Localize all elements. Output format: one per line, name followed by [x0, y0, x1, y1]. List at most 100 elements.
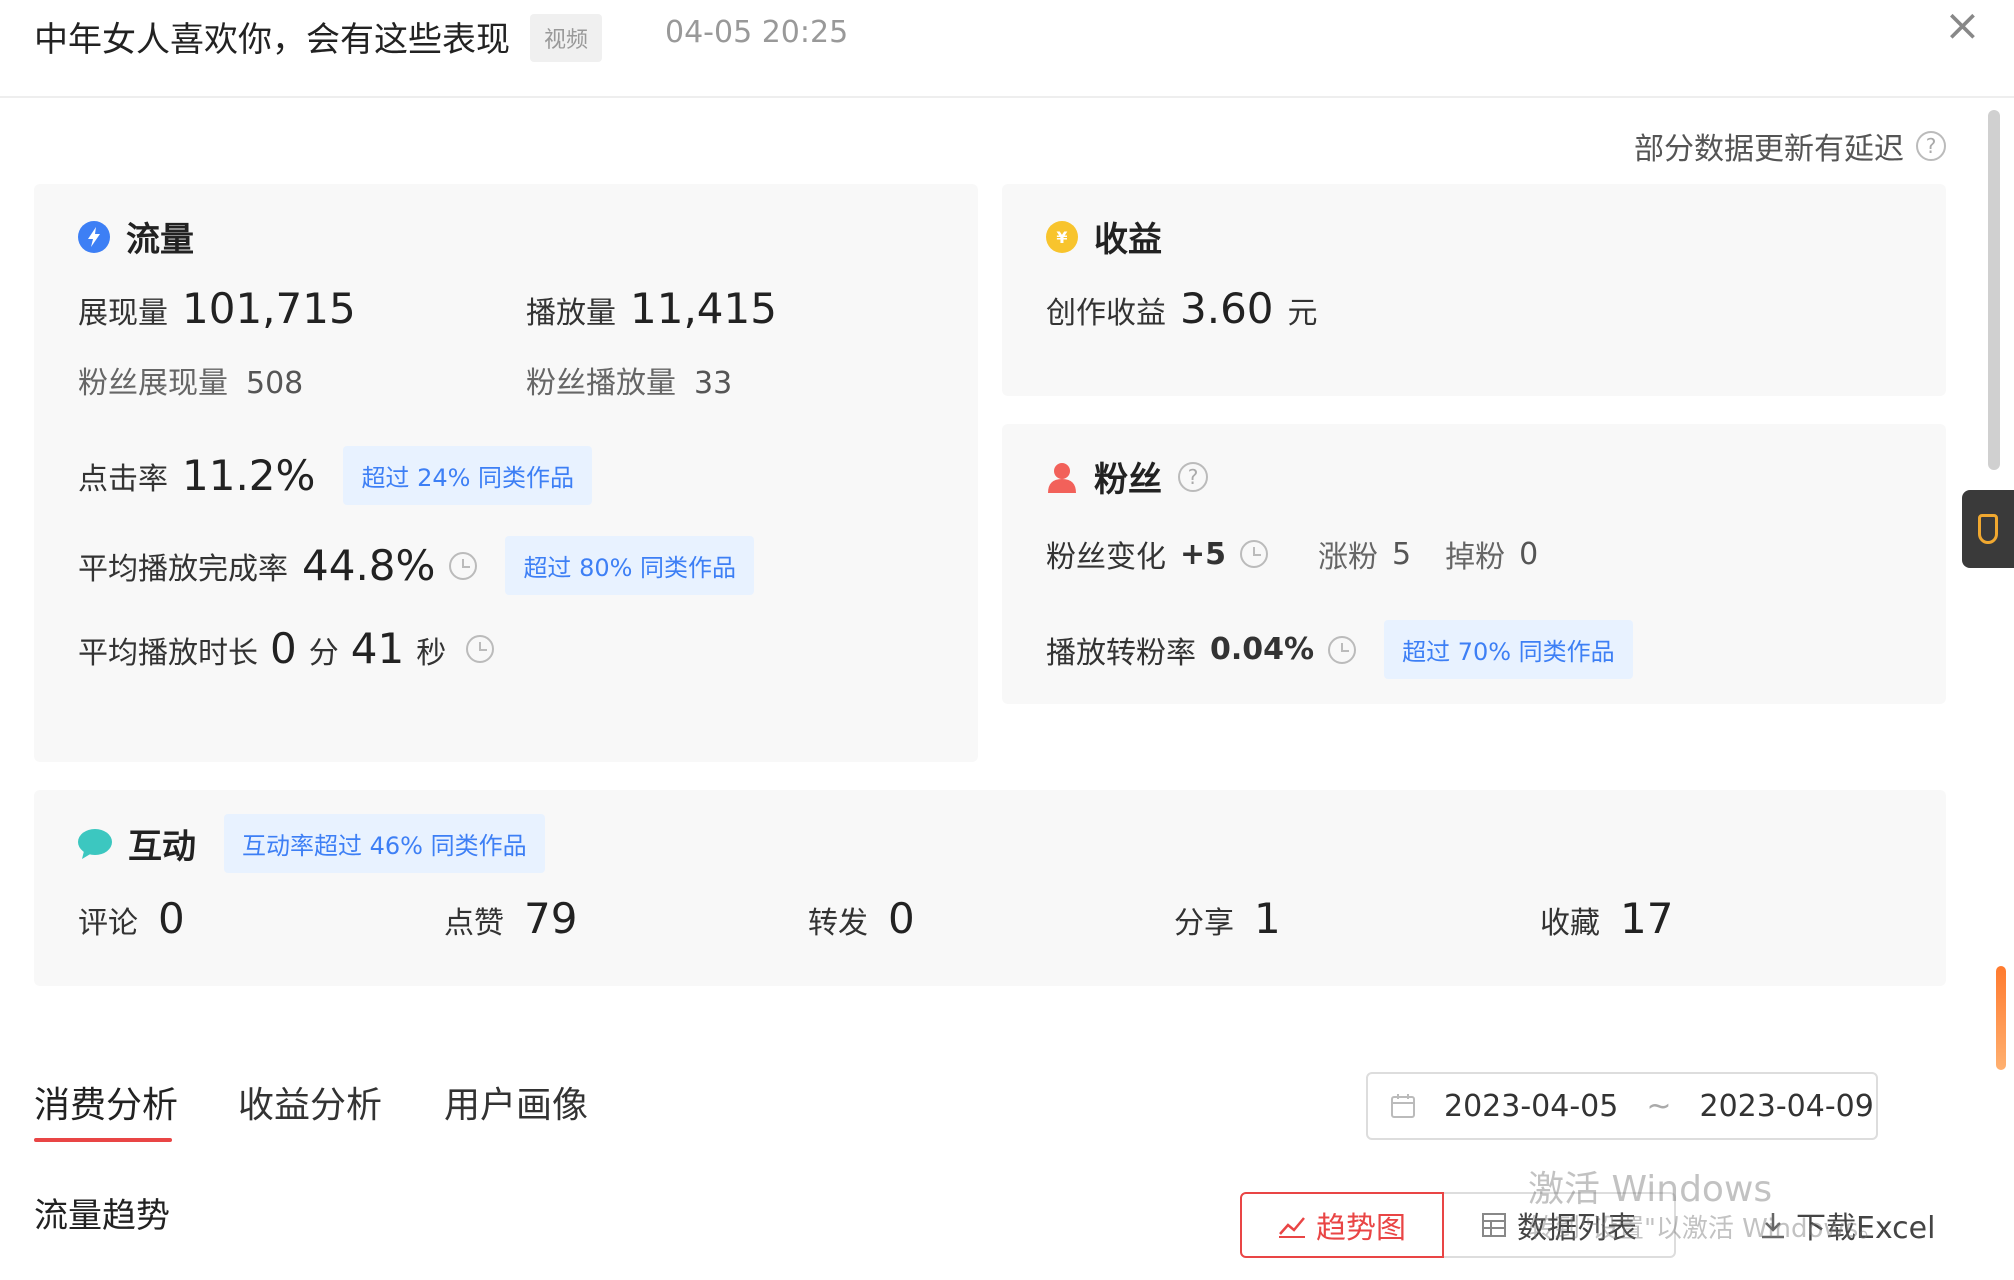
scrollbar-thumb[interactable] [1988, 110, 2000, 470]
lightning-icon [78, 220, 110, 253]
conversion-label: 播放转粉率 [1046, 635, 1196, 671]
tab-earnings-analysis[interactable]: 收益分析 [238, 1076, 382, 1128]
stat-label: 点赞 [444, 906, 504, 941]
creation-earnings-unit: 元 [1287, 296, 1318, 331]
question-icon[interactable]: ? [1178, 461, 1208, 492]
reposts-stat: 转发 0 [808, 894, 915, 943]
date-end[interactable]: 2023-04-09 [1700, 1089, 1874, 1124]
traffic-title: 流量 [126, 220, 194, 260]
clock-icon[interactable] [449, 551, 478, 580]
clock-icon[interactable] [1328, 635, 1357, 664]
plays-value: 11,415 [630, 284, 777, 333]
ctr-badge: 超过 24% 同类作品 [343, 446, 593, 505]
fan-plays-label: 粉丝播放量 [526, 366, 676, 401]
interaction-card: 互动 互动率超过 46% 同类作品 评论 0 点赞 79 转发 0 分享 1 收… [34, 790, 1946, 986]
fan-plays-value: 33 [694, 366, 733, 401]
tab-user-profile[interactable]: 用户画像 [444, 1076, 588, 1128]
svg-text:¥: ¥ [1056, 228, 1067, 247]
stat-label: 转发 [808, 906, 868, 941]
favorites-stat: 收藏 17 [1540, 894, 1673, 943]
plays-label: 播放量 [526, 296, 616, 331]
creation-earnings-value: 3.60 [1180, 284, 1274, 333]
shares-stat: 分享 1 [1174, 894, 1281, 943]
ctr-label: 点击率 [78, 461, 168, 497]
interaction-header: 互动 互动率超过 46% 同类作品 [78, 814, 545, 873]
person-icon [1048, 462, 1076, 493]
stat-value: 17 [1620, 894, 1674, 943]
close-icon[interactable]: × [1944, 4, 1981, 48]
earnings-title: 收益 [1094, 220, 1162, 260]
orange-scroll-indicator [1996, 966, 2006, 1070]
header-divider [0, 96, 2014, 98]
tab-consumption-analysis[interactable]: 消费分析 [34, 1076, 178, 1128]
fan-loss-value: 0 [1519, 536, 1539, 572]
fan-impressions-value: 508 [246, 366, 304, 401]
active-tab-underline [34, 1138, 172, 1142]
duration-seconds: 41 [350, 624, 405, 673]
date-range-picker[interactable]: 2023-04-05 ~ 2023-04-09 [1366, 1072, 1878, 1140]
content-type-tag: 视频 [530, 14, 603, 62]
data-delay-notice: 部分数据更新有延迟 ? [1634, 124, 1946, 168]
notice-text: 部分数据更新有延迟 [1634, 132, 1904, 167]
fan-loss-label: 掉粉 [1445, 540, 1506, 575]
stat-label: 收藏 [1540, 906, 1600, 941]
conversion-value: 0.04% [1210, 632, 1315, 667]
question-icon[interactable]: ? [1916, 131, 1946, 161]
fan-gain-label: 涨粉 [1318, 540, 1379, 575]
date-start[interactable]: 2023-04-05 [1444, 1089, 1618, 1124]
ctr-metric: 点击率 11.2% 超过 24% 同类作品 [78, 446, 593, 505]
duration-metric: 平均播放时长 0 分 41 秒 [78, 624, 495, 673]
conversion-metric: 播放转粉率 0.04% 超过 70% 同类作品 [1046, 620, 1633, 679]
conversion-badge: 超过 70% 同类作品 [1384, 620, 1633, 679]
trend-chart-label: 趋势图 [1316, 1211, 1406, 1246]
cup-icon [1978, 514, 1998, 544]
date-separator: ~ [1646, 1088, 1672, 1124]
completion-value: 44.8% [302, 541, 436, 590]
trend-chart-button[interactable]: 趋势图 [1240, 1192, 1444, 1258]
clock-icon[interactable] [466, 635, 495, 663]
chat-bubble-icon [78, 828, 112, 859]
fan-plays-metric: 粉丝播放量 33 [526, 358, 732, 402]
fans-card: 粉丝 ? 粉丝变化 +5 涨粉 5 掉粉 0 播放转粉率 0.04% 超过 70… [1002, 424, 1946, 704]
traffic-header: 流量 [78, 212, 194, 261]
fan-change-label: 粉丝变化 [1046, 540, 1166, 575]
likes-stat: 点赞 79 [444, 894, 577, 943]
page-title: 中年女人喜欢你，会有这些表现 [34, 20, 510, 60]
windows-activation-watermark-title: 激活 Windows [1528, 1169, 1773, 1210]
interaction-badge: 互动率超过 46% 同类作品 [224, 814, 545, 873]
stat-value: 79 [524, 894, 578, 943]
earnings-header: ¥ 收益 [1046, 212, 1162, 261]
traffic-trend-title: 流量趋势 [34, 1196, 170, 1236]
duration-seconds-unit: 秒 [416, 636, 447, 671]
table-icon [1482, 1213, 1506, 1237]
traffic-card: 流量 展现量 101,715 播放量 11,415 粉丝展现量 508 粉丝播放… [34, 184, 978, 762]
stat-value: 0 [158, 894, 185, 943]
creation-earnings-metric: 创作收益 3.60 元 [1046, 284, 1318, 333]
creation-earnings-label: 创作收益 [1046, 296, 1166, 331]
completion-badge: 超过 80% 同类作品 [505, 536, 755, 595]
impressions-value: 101,715 [182, 284, 356, 333]
stat-label: 评论 [78, 906, 138, 941]
stat-value: 1 [1254, 894, 1281, 943]
side-float-widget[interactable] [1962, 490, 2014, 568]
fan-change-metric: 粉丝变化 +5 涨粉 5 掉粉 0 [1046, 532, 1538, 576]
impressions-label: 展现量 [78, 296, 168, 331]
fan-gain-value: 5 [1392, 536, 1412, 572]
ctr-value: 11.2% [182, 451, 316, 500]
fans-header: 粉丝 ? [1046, 452, 1208, 501]
completion-metric: 平均播放完成率 44.8% 超过 80% 同类作品 [78, 536, 755, 595]
calendar-icon [1391, 1094, 1415, 1118]
duration-minutes: 0 [270, 624, 297, 673]
impressions-metric: 展现量 101,715 [78, 284, 356, 333]
fan-impressions-label: 粉丝展现量 [78, 366, 228, 401]
duration-label: 平均播放时长 [78, 636, 258, 671]
stat-label: 分享 [1174, 906, 1234, 941]
duration-minutes-unit: 分 [308, 636, 339, 671]
publish-timestamp: 04-05 20:25 [665, 15, 849, 50]
fan-impressions-metric: 粉丝展现量 508 [78, 358, 303, 402]
clock-icon[interactable] [1240, 540, 1269, 568]
comments-stat: 评论 0 [78, 894, 185, 943]
windows-activation-watermark-subtitle: 转到"设置"以激活 Windows。 [1528, 1214, 1885, 1244]
coin-icon: ¥ [1046, 220, 1078, 253]
fans-title: 粉丝 [1094, 460, 1162, 500]
